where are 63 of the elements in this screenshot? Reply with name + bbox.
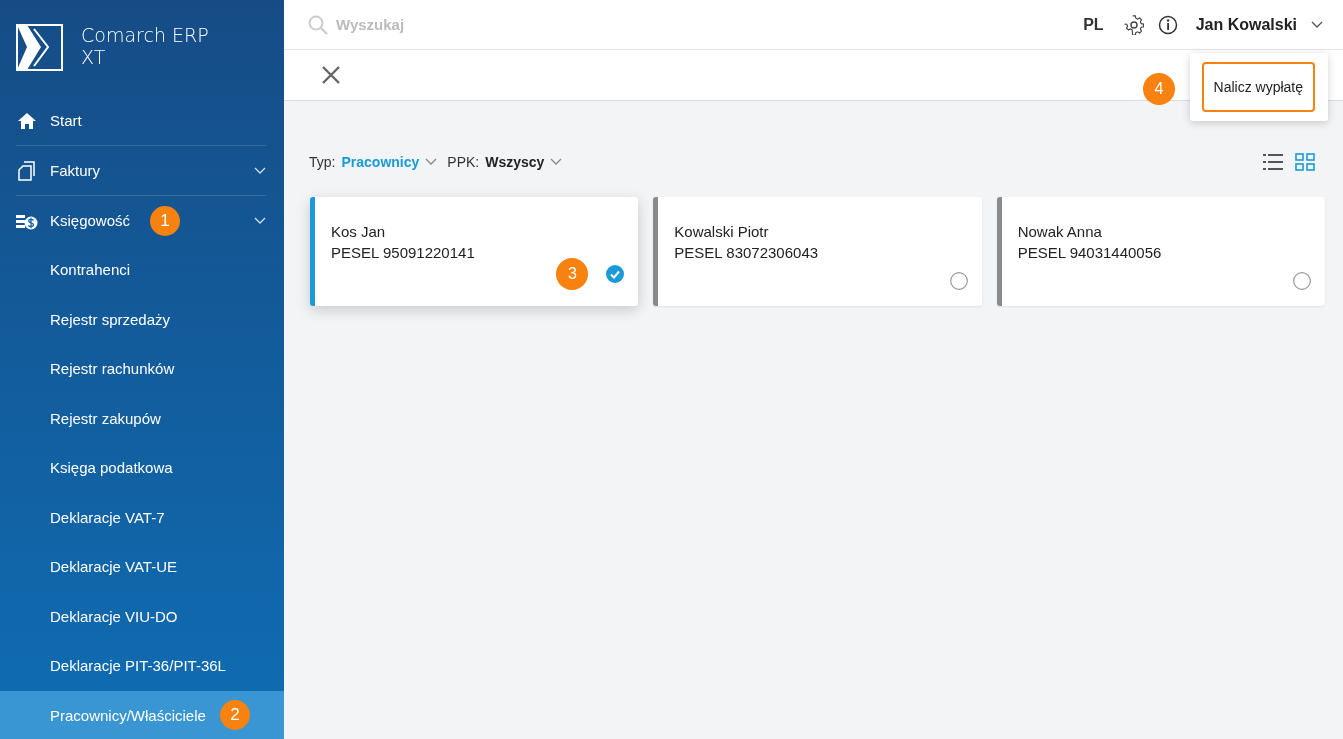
- submenu-item-label: Deklaracje VAT-UE: [50, 558, 177, 576]
- step-number-badge: 3: [556, 258, 589, 290]
- info-icon[interactable]: [1157, 14, 1178, 35]
- employee-pesel: PESEL 95091220141: [331, 243, 476, 263]
- submenu-item[interactable]: Deklaracje VIU-DO: [0, 591, 284, 641]
- filter-value: Wszyscy: [485, 154, 545, 170]
- submenu-item-label: Deklaracje PIT-36/PIT-36L: [50, 657, 226, 675]
- employee-pesel: PESEL 83072306043: [674, 243, 820, 263]
- checked-circle-icon[interactable]: [606, 265, 625, 283]
- submenu-item-label: Księga podatkowa: [50, 459, 173, 477]
- settings-icon[interactable]: [1123, 14, 1144, 35]
- submenu-item[interactable]: Rejestr zakupów: [0, 393, 284, 443]
- step-number-badge: 1: [150, 205, 181, 236]
- submenu-item[interactable]: Księga podatkowa: [0, 443, 284, 493]
- submenu-item[interactable]: Deklaracje PIT-36/PIT-36L: [0, 641, 284, 691]
- search-field[interactable]: Wyszukaj: [336, 16, 636, 33]
- employee-card[interactable]: Kowalski Piotr PESEL 83072306043: [653, 197, 982, 306]
- submenu-item-label: Pracownicy/Właściciele: [50, 706, 206, 724]
- chevron-down-icon: [550, 158, 563, 166]
- app-name: Comarch ERP XT: [81, 24, 210, 68]
- submenu-item-label: Kontrahenci: [50, 261, 131, 279]
- step-number-badge: 2: [219, 700, 250, 731]
- documents-icon: [18, 160, 36, 181]
- empty-circle-icon[interactable]: [949, 272, 968, 290]
- sidebar-item[interactable]: Faktury: [16, 146, 266, 196]
- list-view-icon[interactable]: [1263, 153, 1283, 171]
- sidebar-item-label: Start: [50, 112, 82, 129]
- submenu-item[interactable]: Rejestr sprzedaży: [0, 294, 284, 344]
- submenu-item[interactable]: Deklaracje VAT-UE: [0, 542, 284, 592]
- sidebar-item-label: Księgowość: [50, 212, 131, 229]
- submenu-item-label: Deklaracje VIU-DO: [50, 607, 178, 625]
- user-menu[interactable]: Jan Kowalski: [1195, 15, 1323, 34]
- empty-circle-icon[interactable]: [1293, 272, 1311, 290]
- submenu-item-label: Rejestr zakupów: [50, 409, 161, 427]
- grid-view-icon[interactable]: [1295, 153, 1315, 171]
- sidebar-item[interactable]: Księgowość 1: [16, 196, 266, 245]
- sidebar-item[interactable]: Start: [16, 96, 266, 146]
- employee-pesel: PESEL 94031440056: [1017, 243, 1163, 263]
- filter-dropdown[interactable]: Typ: Pracownicy: [309, 154, 438, 170]
- employee-card[interactable]: Nowak Anna PESEL 94031440056: [996, 197, 1325, 306]
- language-selector[interactable]: PL: [1083, 15, 1104, 34]
- submenu-item[interactable]: Deklaracje VAT-7: [0, 492, 284, 542]
- submenu-item-label: Rejestr rachunków: [50, 360, 175, 378]
- employee-name: Nowak Anna: [1017, 222, 1103, 242]
- calculate-pay-button[interactable]: Nalicz wypłatę: [1201, 62, 1315, 112]
- house-icon: [17, 111, 37, 130]
- submenu-item-label: Deklaracje VAT-7: [50, 508, 165, 526]
- filter-label: PPK:: [447, 154, 480, 170]
- filter-dropdown[interactable]: PPK: Wszyscy: [447, 154, 563, 170]
- sidebar-item-label: Faktury: [50, 162, 100, 179]
- employee-name: Kos Jan: [331, 222, 387, 242]
- chevron-down-icon: [1311, 20, 1323, 29]
- logo-icon: [16, 24, 63, 71]
- submenu-item-label: Rejestr sprzedaży: [50, 310, 171, 328]
- employee-card[interactable]: Kos Jan PESEL 95091220141 3: [310, 197, 639, 306]
- chevron-down-icon: [425, 158, 438, 166]
- filter-value: Pracownicy: [341, 154, 420, 170]
- close-icon[interactable]: [322, 66, 340, 84]
- submenu-item[interactable]: Rejestr rachunków: [0, 344, 284, 394]
- submenu-item[interactable]: Kontrahenci: [0, 245, 284, 295]
- search-icon: [308, 14, 328, 35]
- employee-name: Kowalski Piotr: [674, 222, 770, 242]
- filter-label: Typ:: [309, 154, 336, 170]
